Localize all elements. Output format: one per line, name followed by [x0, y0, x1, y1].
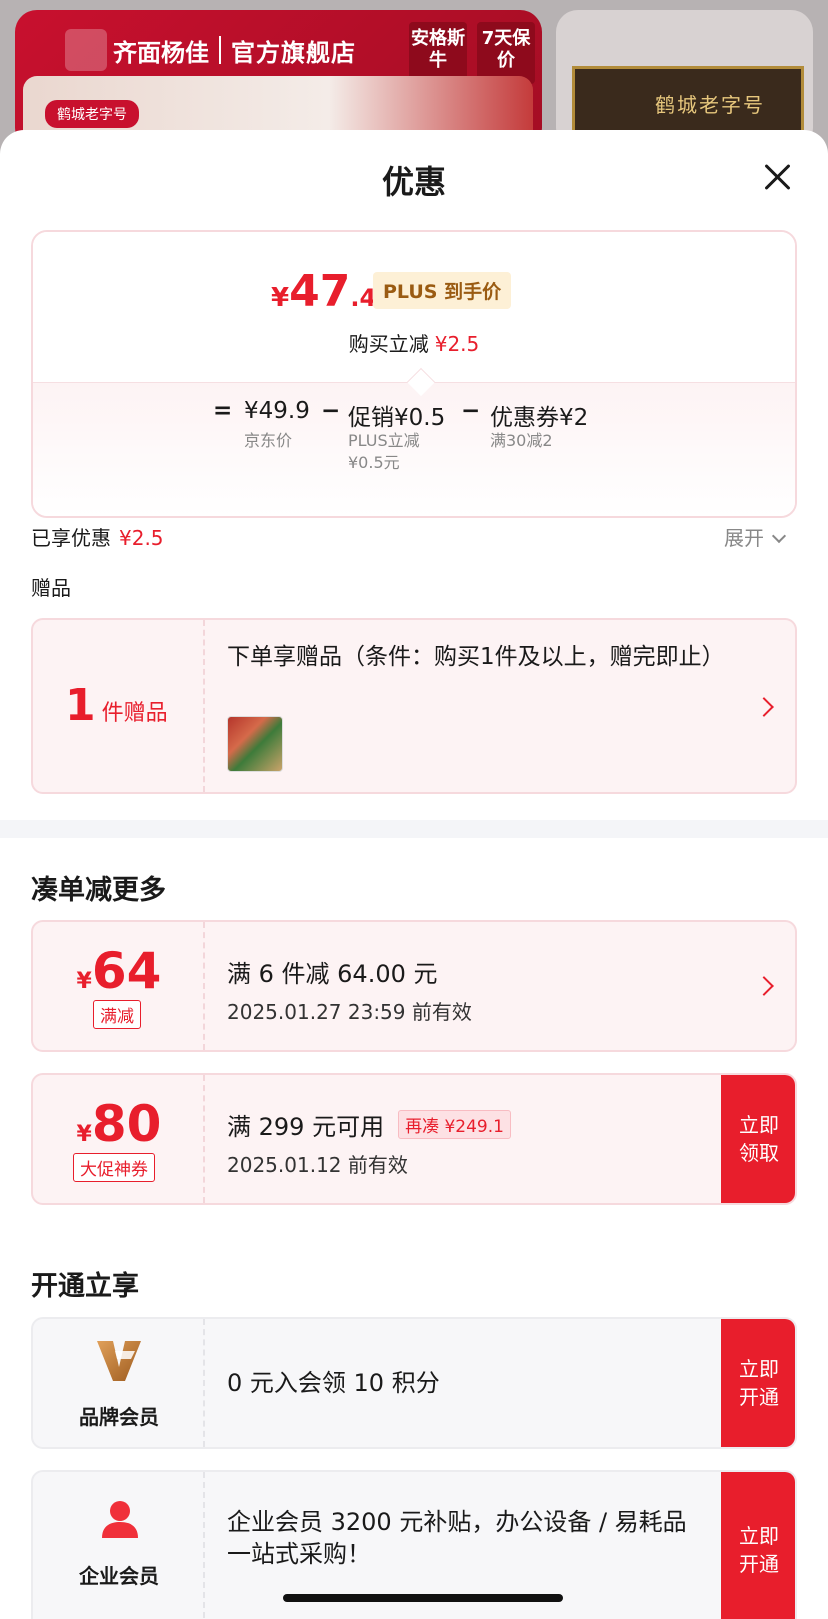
formula-minus-2: −	[461, 398, 481, 424]
brand-logo-icon	[65, 29, 107, 71]
coupon-value: 80	[91, 1095, 162, 1153]
coupon-currency: ¥	[76, 969, 92, 994]
coupon-value-panel: ¥80 大促神券	[33, 1075, 205, 1203]
chevron-right-icon	[754, 976, 774, 996]
store-type: 官方旗舰店	[231, 38, 356, 67]
gift-card[interactable]: 1 件赠品 下单享赠品（条件：购买1件及以上，赠完即止）	[31, 618, 797, 794]
enjoyed-discount: 已享优惠 ¥2.5	[31, 522, 164, 551]
coupon-value-panel: ¥64 满减	[33, 922, 205, 1050]
membership-section-title: 开通立享	[31, 1271, 139, 1302]
enterprise-member-desc: 企业会员 3200 元补贴，办公设备 / 易耗品一站式采购！	[227, 1508, 687, 1568]
formula-equals: =	[213, 398, 233, 424]
instant-discount: 购买立减 ¥2.5	[33, 328, 795, 357]
price-breakdown-card: ¥47.4 PLUS 到手价 购买立减 ¥2.5 = ¥49.9 − 促销¥0.5…	[31, 230, 797, 518]
coupon-title-text: 满 299 元可用	[227, 1113, 385, 1141]
join-brand-member-button[interactable]: 立即 开通	[721, 1319, 795, 1447]
brand-member-name: 品牌会员	[79, 1405, 159, 1429]
price-summary: ¥47.4 PLUS 到手价 购买立减 ¥2.5	[33, 232, 795, 382]
gift-count: 1 件赠品	[65, 680, 168, 731]
final-price: ¥47.4	[271, 266, 376, 317]
expand-button[interactable]: 展开	[724, 522, 787, 551]
heritage-badge: 鹤城老字号	[45, 100, 139, 128]
section-divider	[0, 820, 828, 838]
coupon-amount-80: ¥80	[33, 1095, 205, 1153]
instant-discount-label: 购买立减	[348, 332, 429, 356]
gift-count-panel: 1 件赠品	[33, 620, 205, 792]
gift-count-unit: 件赠品	[101, 701, 168, 726]
home-indicator	[283, 1594, 563, 1602]
chevron-right-icon	[754, 697, 774, 717]
coupon-currency: ¥	[76, 1122, 92, 1147]
chevron-down-icon	[771, 528, 787, 544]
bundle-section-title: 凑单减更多	[31, 875, 166, 906]
join-enterprise-member-button[interactable]: 立即 开通	[721, 1472, 795, 1619]
brand-member-card[interactable]: 品牌会员 0 元入会领 10 积分 立即 开通	[31, 1317, 797, 1449]
expand-label: 展开	[724, 526, 764, 550]
price-currency: ¥	[271, 283, 290, 313]
jd-price-label: 京东价	[244, 431, 293, 450]
coupon-type-tag: 大促神券	[73, 1153, 155, 1182]
price-integer: 47	[289, 266, 351, 317]
brand-member-desc: 0 元入会领 10 积分	[227, 1369, 440, 1397]
coupon-validity: 2025.01.12 前有效	[227, 1153, 408, 1177]
enterprise-member-panel: 企业会员	[33, 1472, 205, 1619]
sheet-title: 优惠	[381, 163, 446, 201]
gift-count-number: 1	[65, 680, 96, 731]
coupon-value: 64	[91, 942, 162, 1000]
gift-thumbnail[interactable]	[227, 716, 283, 772]
promo-amount: 促销¥0.5	[348, 405, 446, 431]
store-banner: 齐面杨佳 官方旗舰店 安格斯牛 7天保价 鹤城老字号	[15, 10, 542, 150]
jd-price: ¥49.9	[244, 398, 310, 424]
coupon-card-full-reduction[interactable]: ¥64 满减 满 6 件减 64.00 元 2025.01.27 23:59 前…	[31, 920, 797, 1052]
formula-minus-1: −	[321, 398, 341, 424]
enjoyed-label: 已享优惠	[31, 526, 111, 550]
brand-member-v-icon	[97, 1341, 141, 1381]
enterprise-member-name: 企业会员	[79, 1564, 159, 1588]
coupon-amount: 优惠券¥2	[490, 405, 589, 431]
banner-tag-price-protect: 7天保价	[477, 22, 535, 84]
brand-member-panel: 品牌会员	[33, 1319, 205, 1447]
coupon-label: 满30减2	[490, 431, 553, 450]
coupon-amount-64: ¥64	[33, 942, 205, 1000]
promo-label: PLUS立减	[348, 431, 420, 450]
gift-section-label: 赠品	[31, 576, 71, 600]
banner-tag-angus: 安格斯牛	[409, 22, 467, 84]
person-icon	[102, 1501, 138, 1538]
coupon-card-promo[interactable]: ¥80 大促神券 满 299 元可用 再凑 ¥249.1 2025.01.12 前…	[31, 1073, 797, 1205]
discount-sheet: 优惠 ¥47.4 PLUS 到手价 购买立减 ¥2.5 = ¥49.9 − 促销¥…	[0, 130, 828, 1619]
logo-separator	[219, 36, 221, 64]
coupon-validity: 2025.01.27 23:59 前有效	[227, 1000, 472, 1024]
store-logo: 齐面杨佳 官方旗舰店	[65, 24, 356, 76]
heritage-card: 鹤城老字号	[556, 10, 813, 150]
coupon-title: 满 299 元可用 再凑 ¥249.1	[227, 1107, 511, 1142]
plus-price-badge: PLUS 到手价	[373, 272, 512, 309]
brand-name: 齐面杨佳	[113, 38, 209, 67]
gift-description: 下单享赠品（条件：购买1件及以上，赠完即止）	[227, 644, 725, 670]
claim-coupon-button[interactable]: 立即 领取	[721, 1075, 795, 1203]
promo-label-value: ¥0.5元	[348, 453, 400, 472]
coupon-type-tag: 满减	[93, 1000, 141, 1029]
close-icon[interactable]	[758, 158, 798, 198]
coupon-title: 满 6 件减 64.00 元	[227, 960, 438, 988]
enjoyed-value: ¥2.5	[119, 526, 164, 550]
need-more-badge: 再凑 ¥249.1	[398, 1110, 511, 1139]
instant-discount-value: ¥2.5	[434, 332, 480, 356]
